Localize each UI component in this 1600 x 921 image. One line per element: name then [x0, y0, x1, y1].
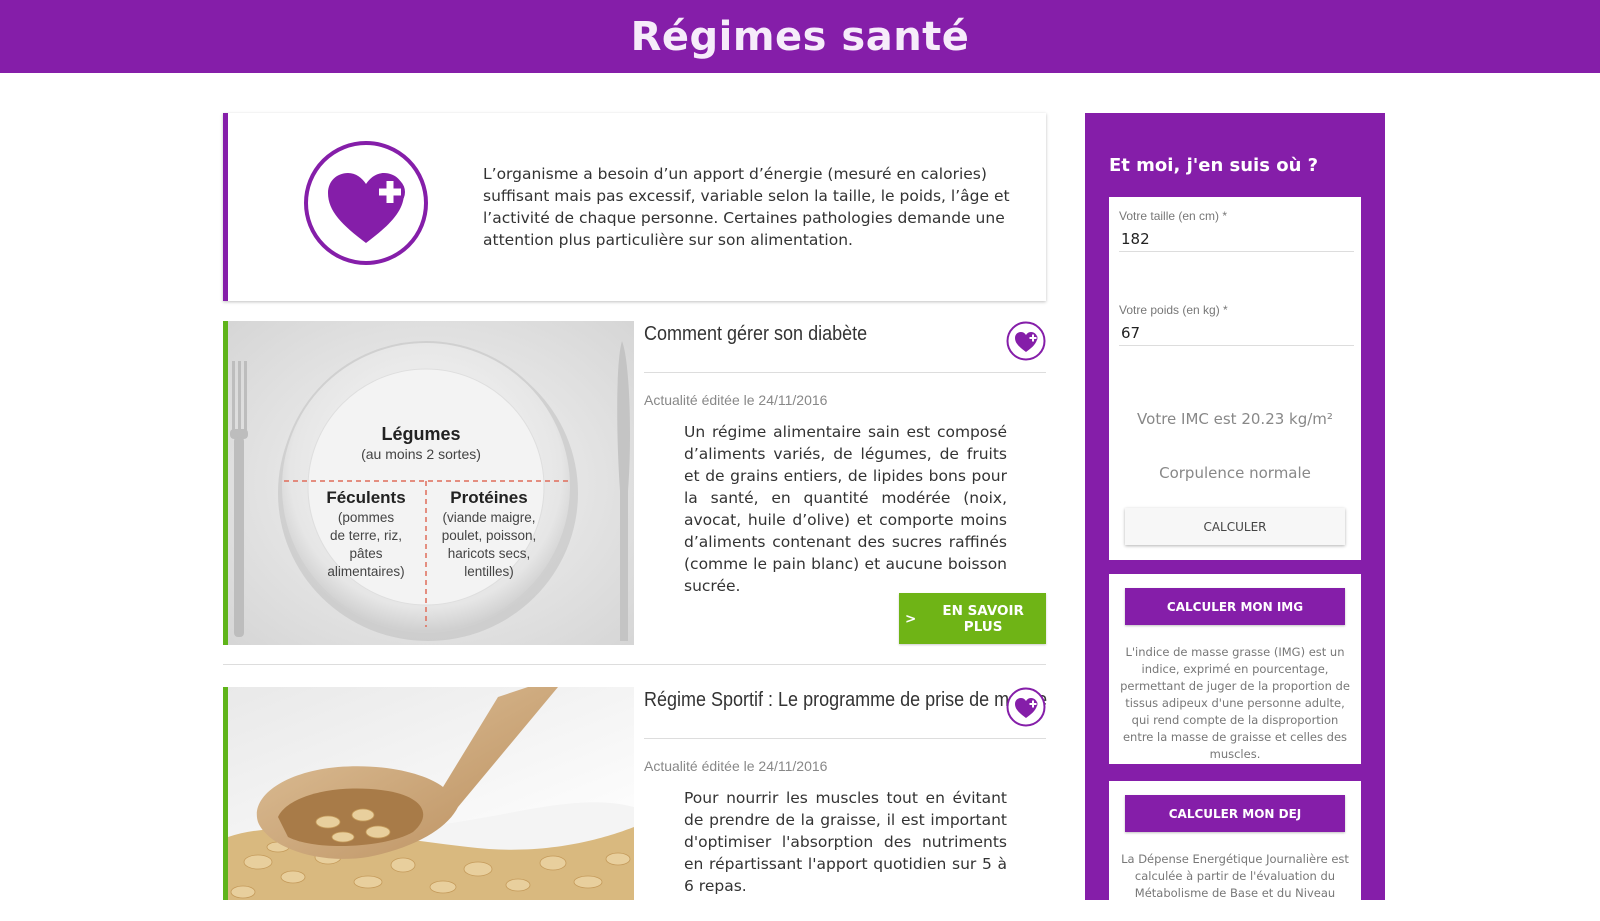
weight-input[interactable] — [1119, 321, 1354, 346]
article-title[interactable]: Comment gérer son diabète — [644, 323, 968, 346]
read-more-button[interactable]: > EN SAVOIR PLUS — [899, 593, 1046, 644]
article-date: Actualité éditée le 24/11/2016 — [644, 758, 828, 774]
dej-description: La Dépense Energétique Journalière est c… — [1121, 852, 1349, 900]
height-input[interactable] — [1119, 227, 1354, 252]
top-header: Régimes santé — [0, 0, 1600, 73]
plate-label-feculents-sub: alimentaires) — [327, 564, 404, 579]
plate-label-feculents-sub: de terre, riz, — [330, 528, 402, 543]
article-divider — [223, 664, 1046, 665]
dej-card: CALCULER MON DEJ La Dépense Energétique … — [1109, 781, 1361, 921]
intro-card: L’organisme a besoin d’un apport d’énerg… — [223, 113, 1046, 301]
plate-label-feculents-sub: (pommes — [338, 510, 395, 525]
page-title: Régimes santé — [630, 13, 970, 60]
intro-text: L’organisme a besoin d’un apport d’énerg… — [483, 165, 1010, 249]
favorite-heart-icon[interactable] — [1006, 687, 1046, 727]
article-image-plate[interactable]: Légumes (au moins 2 sortes) Féculents (p… — [223, 321, 634, 645]
heart-plus-icon — [304, 141, 428, 265]
plate-label-feculents-sub: pâtes — [349, 546, 382, 561]
favorite-heart-icon[interactable] — [1006, 321, 1046, 361]
plate-label-proteines-sub: poulet, poisson, — [442, 528, 537, 543]
height-label: Votre taille (en cm) * — [1119, 209, 1228, 223]
calculate-img-button[interactable]: CALCULER MON IMG — [1125, 588, 1345, 625]
plate-label-feculents: Féculents — [326, 488, 405, 507]
imc-result: Votre IMC est 20.23 kg/m² — [1137, 410, 1333, 428]
img-description: L'indice de masse grasse (IMG) est un in… — [1120, 645, 1350, 761]
imc-calculator-card: Votre taille (en cm) * Votre poids (en k… — [1109, 197, 1361, 560]
article-image-oats[interactable] — [223, 687, 634, 900]
article-card: Régime Sportif : Le programme de prise d… — [223, 687, 1047, 900]
plate-label-proteines-sub: (viande maigre, — [442, 510, 535, 525]
article-body: Un régime alimentaire sain est composé d… — [684, 423, 1007, 595]
article-body: Pour nourrir les muscles tout en évitant… — [684, 789, 1007, 895]
img-card: CALCULER MON IMG L'indice de masse grass… — [1109, 574, 1361, 764]
plate-label-legumes: Légumes — [381, 424, 460, 444]
plate-label-proteines-sub: lentilles) — [464, 564, 514, 579]
sidebar-title: Et moi, j'en suis où ? — [1109, 155, 1319, 176]
plate-label-proteines: Protéines — [450, 488, 527, 507]
calculate-dej-button[interactable]: CALCULER MON DEJ — [1125, 795, 1345, 832]
chevron-right-icon: > — [905, 610, 917, 627]
weight-label: Votre poids (en kg) * — [1119, 303, 1228, 317]
article-separator — [644, 738, 1046, 739]
article-title[interactable]: Régime Sportif : Le programme de prise d… — [644, 689, 1047, 712]
plate-label-legumes-sub: (au moins 2 sortes) — [361, 446, 481, 462]
calculate-imc-button[interactable]: CALCULER — [1125, 508, 1345, 545]
plate-label-proteines-sub: haricots secs, — [448, 546, 531, 561]
article-card: Légumes (au moins 2 sortes) Féculents (p… — [223, 321, 1046, 645]
corpulence-result: Corpulence normale — [1159, 464, 1311, 482]
article-separator — [644, 372, 1046, 373]
sidebar-calculator: Et moi, j'en suis où ? Votre taille (en … — [1085, 113, 1385, 921]
read-more-label: EN SAVOIR PLUS — [942, 602, 1024, 635]
article-date: Actualité éditée le 24/11/2016 — [644, 392, 828, 408]
